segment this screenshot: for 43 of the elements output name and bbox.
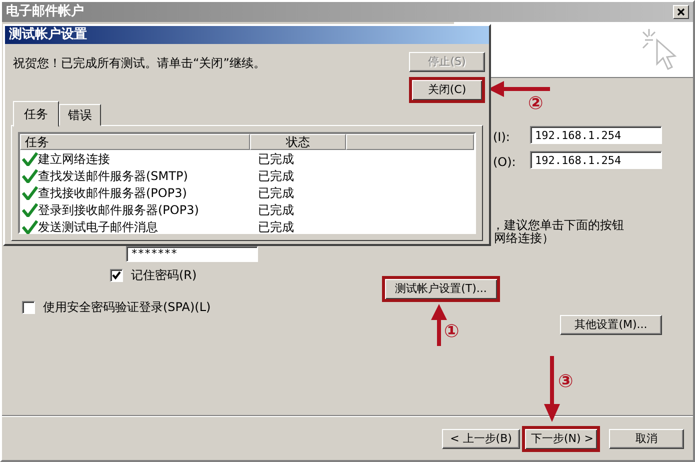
step-number: ② <box>528 92 544 116</box>
tab[interactable]: 错误 <box>59 104 101 126</box>
check-icon <box>111 270 122 280</box>
tab[interactable]: 任务 <box>13 101 59 127</box>
dialog-title: 测试帐户设置 <box>5 26 489 44</box>
status-column-header[interactable]: 状态 <box>250 134 346 150</box>
cancel-button[interactable]: 取消 <box>609 429 684 449</box>
task-name: 发送测试电子邮件消息 <box>38 218 158 236</box>
task-status: 已完成 <box>258 218 294 236</box>
more-settings-button[interactable]: 其他设置(M)... <box>560 315 662 335</box>
task-status: 已完成 <box>258 150 294 168</box>
checkbox[interactable] <box>22 300 35 314</box>
field-label: (O): <box>493 154 516 171</box>
test-account-button[interactable]: 测试帐户设置(T)... <box>382 276 500 302</box>
window-title: 电子邮件帐户 <box>6 2 84 22</box>
step-number: ③ <box>558 370 574 394</box>
back-button[interactable]: < 上一步(B) <box>442 429 520 449</box>
hint-text: ，建议您单击下面的按钮 <box>492 217 624 232</box>
arrow <box>488 80 550 98</box>
next-button[interactable]: 下一步(N) > <box>522 426 600 452</box>
task-status: 已完成 <box>258 202 294 218</box>
arrow <box>543 356 561 422</box>
task-status: 已完成 <box>258 168 294 184</box>
column-header[interactable] <box>346 134 474 150</box>
task-name: 登录到接收邮件服务器(POP3) <box>38 202 199 218</box>
task-name: 查找发送邮件服务器(SMTP) <box>38 168 188 184</box>
task-column-header[interactable]: 任务 <box>20 134 250 150</box>
close-button[interactable] <box>673 5 689 19</box>
ip-field[interactable]: 192.168.1.254 <box>530 151 662 169</box>
task-name: 查找接收邮件服务器(POP3) <box>38 184 187 202</box>
password-field[interactable]: ******* <box>126 246 258 262</box>
step-number: ① <box>444 320 460 344</box>
hint-text: 网络连接） <box>494 230 554 247</box>
field-label: (I): <box>493 129 510 146</box>
ip-field[interactable]: 192.168.1.254 <box>530 126 662 144</box>
close-button[interactable]: 关闭(C) <box>409 77 485 103</box>
close-icon <box>677 8 685 16</box>
checkbox-label: 使用安全密码验证登录(SPA)(L) <box>43 299 211 316</box>
task-name: 建立网络连接 <box>38 150 110 168</box>
task-status: 已完成 <box>258 184 294 202</box>
checkbox[interactable] <box>110 268 123 282</box>
dialog-message: 祝贺您！已完成所有测试。请单击“关闭”继续。 <box>13 55 266 72</box>
checkbox-label: 记住密码(R) <box>131 267 197 284</box>
